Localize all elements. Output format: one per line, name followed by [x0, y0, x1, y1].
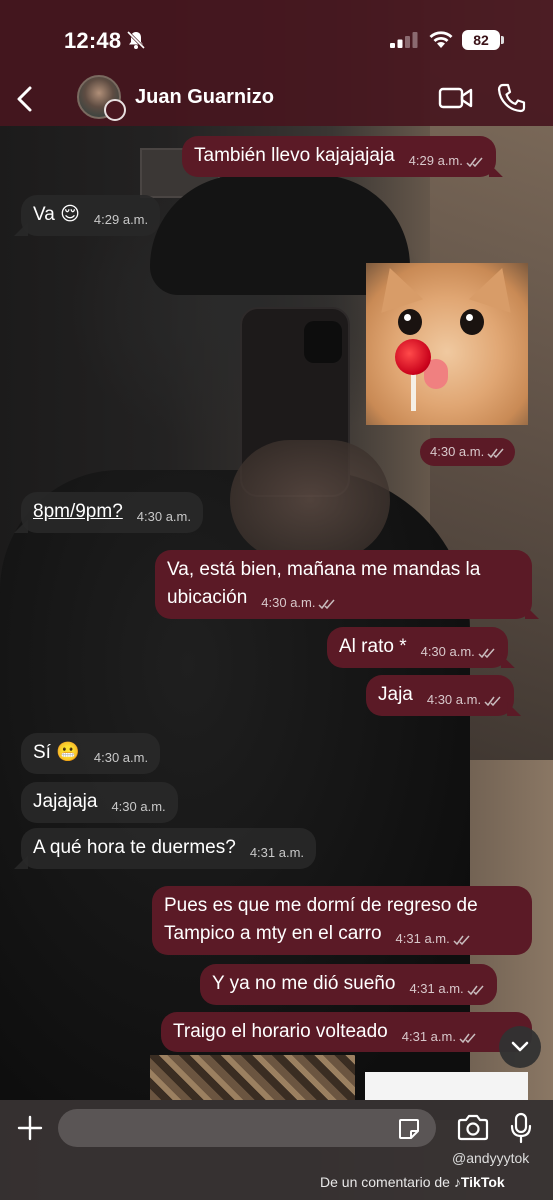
read-ticks-icon — [467, 985, 484, 995]
message-text: También llevo kajajajaja — [194, 145, 395, 166]
message-time-text: 4:29 a.m. — [408, 153, 463, 168]
read-ticks-icon — [478, 648, 495, 658]
message-time-text: 4:31 a.m. — [409, 981, 464, 996]
status-ring-icon — [104, 99, 126, 121]
message-time: 4:31 a.m. — [396, 931, 471, 946]
message-outgoing[interactable]: Jaja 4:30 a.m. — [366, 675, 515, 716]
message-incoming[interactable]: Jajajaja 4:30 a.m. — [21, 782, 178, 823]
message-time: 4:29 a.m. — [93, 212, 149, 227]
tiktok-logo-icon: ♪ — [453, 1174, 461, 1190]
camera-icon[interactable] — [456, 1114, 490, 1142]
wifi-icon — [429, 31, 453, 48]
read-ticks-icon — [459, 1033, 476, 1043]
message-text: A qué hora te duermes? — [33, 837, 236, 858]
message-incoming[interactable]: Sí 😬 4:30 a.m. — [21, 733, 161, 774]
read-ticks-icon — [318, 599, 336, 609]
read-ticks-icon — [487, 448, 504, 458]
message-time-text: 4:31 a.m. — [395, 931, 450, 946]
sticker-time: 4:30 a.m. — [420, 438, 516, 466]
message-time: 4:30 a.m. — [111, 799, 166, 814]
read-ticks-icon — [466, 157, 483, 167]
microphone-icon[interactable] — [509, 1112, 533, 1144]
message-time: 4:30 a.m. — [261, 595, 336, 610]
contact-name[interactable]: Juan Guarnizo — [135, 86, 274, 109]
message-time-text: 4:30 a.m. — [420, 644, 475, 659]
read-ticks-icon — [484, 696, 501, 706]
message-outgoing[interactable]: Pues es que me dormí de regreso de Tampi… — [152, 886, 532, 955]
message-time-text: 4:31 a.m. — [401, 1029, 456, 1044]
chevron-down-icon — [511, 1041, 529, 1052]
lollipop — [395, 339, 431, 375]
tiktok-username: @andyyytok — [452, 1150, 530, 1166]
lollipop-stick — [411, 371, 416, 411]
message-time: 4:29 a.m. — [409, 153, 484, 168]
chat-header: Juan Guarnizo — [0, 72, 553, 126]
cat-eye — [398, 309, 422, 335]
message-incoming[interactable]: Va 😌 4:29 a.m. — [21, 195, 161, 236]
message-outgoing[interactable]: Va, está bien, mañana me mandas la ubica… — [155, 550, 532, 619]
back-icon[interactable] — [14, 84, 36, 114]
message-time: 4:30 a.m. — [93, 750, 149, 765]
message-time-text: 4:30 a.m. — [430, 444, 485, 459]
message-incoming[interactable]: 8pm/9pm? 4:30 a.m. — [21, 492, 203, 533]
message-time: 4:31 a.m. — [402, 1029, 477, 1044]
status-time: 12:48 — [64, 28, 122, 53]
tiktok-watermark: De un comentario de ♪TikTok — [320, 1174, 505, 1190]
cat-ear — [468, 263, 524, 313]
plus-icon[interactable] — [16, 1114, 44, 1142]
sticker-icon[interactable] — [397, 1117, 421, 1141]
wallpaper-image-right — [365, 1072, 528, 1100]
message-time: 4:30 a.m. — [427, 692, 502, 707]
message-text: Jajajaja — [33, 791, 98, 812]
video-call-icon[interactable] — [438, 84, 474, 112]
wallpaper-image-left — [150, 1055, 355, 1100]
message-text: Traigo el horario volteado — [173, 1021, 388, 1042]
message-text: 8pm/9pm? — [33, 501, 123, 522]
message-text: Al rato * — [339, 636, 407, 657]
read-ticks-icon — [453, 935, 470, 945]
message-time-text: 4:30 a.m. — [261, 595, 316, 610]
message-incoming[interactable]: A qué hora te duermes? 4:31 a.m. — [21, 828, 317, 869]
cat-eye — [460, 309, 484, 335]
bell-slash-icon — [126, 30, 146, 50]
voice-call-icon[interactable] — [496, 82, 526, 114]
wallpaper-phone-camera — [304, 321, 342, 363]
signal-icon — [390, 32, 418, 48]
message-input[interactable] — [58, 1109, 436, 1147]
wallpaper-hand — [230, 440, 390, 560]
battery-icon: 82 — [462, 30, 500, 50]
message-outgoing[interactable]: Traigo el horario volteado 4:31 a.m. — [161, 1012, 532, 1052]
message-text: Y ya no me dió sueño — [212, 973, 396, 994]
message-time: 4:31 a.m. — [249, 845, 305, 860]
message-text: Sí 😬 — [33, 742, 80, 763]
message-input-bar: @andyyytok De un comentario de ♪TikTok — [0, 1100, 553, 1200]
cat-lollipop-sticker[interactable] — [366, 263, 528, 425]
battery-tip — [501, 36, 504, 44]
message-outgoing[interactable]: También llevo kajajajaja 4:29 a.m. — [182, 136, 496, 177]
cat-ear — [368, 263, 424, 313]
scroll-to-bottom-button[interactable] — [499, 1026, 541, 1068]
message-outgoing[interactable]: Y ya no me dió sueño 4:31 a.m. — [200, 964, 497, 1005]
message-time: 4:30 a.m. — [136, 509, 191, 524]
message-time-text: 4:30 a.m. — [426, 692, 482, 707]
message-time: 4:30 a.m. — [421, 644, 496, 659]
tiktok-brand: TikTok — [460, 1174, 505, 1190]
message-text: Va 😌 — [33, 204, 80, 225]
message-outgoing[interactable]: Al rato * 4:30 a.m. — [327, 627, 508, 668]
status-bar: 12:48 82 — [0, 0, 553, 72]
message-text: Jaja — [378, 684, 413, 705]
message-time: 4:31 a.m. — [409, 981, 484, 996]
tiktok-caption-text: De un comentario de — [320, 1174, 450, 1190]
